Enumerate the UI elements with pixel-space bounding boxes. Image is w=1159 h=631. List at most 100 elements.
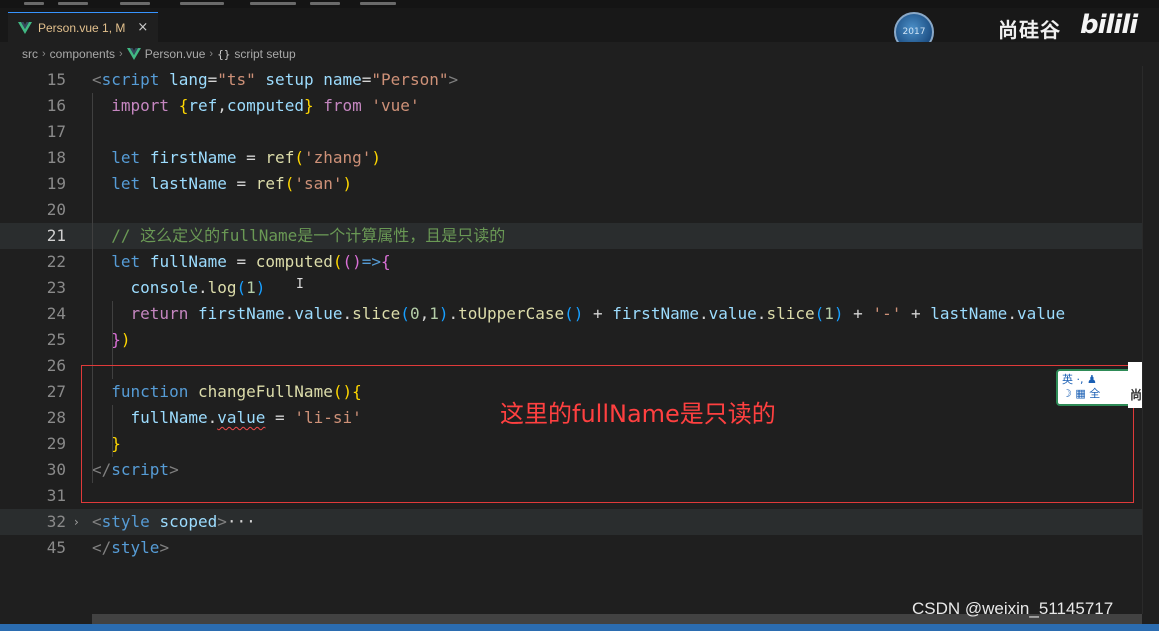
breadcrumb-item-components[interactable]: components [50,47,115,61]
code-text: import {ref,computed} from 'vue' [92,93,419,119]
code-token: lastName [930,304,1008,323]
code-line[interactable]: 18 let firstName = ref('zhang') [0,145,1159,171]
code-token: computed [255,252,333,271]
line-number: 18 [46,148,66,167]
code-token: , [217,96,227,115]
breadcrumb-item-file[interactable]: Person.vue [145,47,206,61]
code-text: </style> [92,535,169,561]
code-token: firstName [149,148,237,167]
code-token: . [342,304,353,323]
code-token: scoped [159,512,218,531]
code-token: script [101,70,160,89]
code-token: () [564,304,584,323]
code-token: "Person" [371,70,449,89]
code-line[interactable]: 16 import {ref,computed} from 'vue' [0,93,1159,119]
code-token: = [236,148,266,167]
code-token: () [342,252,362,271]
code-token: 0 [409,304,420,323]
chevron-right-icon: › [119,48,123,60]
code-token: value [708,304,757,323]
code-token: 'san' [294,174,343,193]
code-line[interactable]: 17 [0,119,1159,145]
code-line[interactable]: 22 let fullName = computed(()=>{ [0,249,1159,275]
code-line[interactable]: 32 › <style scoped>··· [0,509,1159,535]
ime-toolbar[interactable]: 英 ·, ♟ ☽ ▦ 全 [1056,369,1138,406]
annotation-text: 这里的fullName是只读的 [500,400,776,428]
chevron-right-icon: › [209,48,214,60]
line-number: 20 [46,200,66,219]
line-number: 45 [46,538,66,557]
tab-label: Person.vue 1, M [38,20,126,35]
breadcrumb-item-src[interactable]: src [22,47,38,61]
breadcrumb-item-symbol[interactable]: script setup [234,47,295,61]
code-token: . [756,304,767,323]
code-token: import [111,96,170,115]
line-number: 26 [46,356,66,375]
csdn-watermark: CSDN @weixin_51145717 [912,599,1114,618]
code-token: value [294,304,343,323]
tab-person-vue[interactable]: Person.vue 1, M × [8,12,158,42]
line-number: 25 [46,330,66,349]
line-number: 21 [46,226,66,245]
code-token: ) [438,304,449,323]
code-line[interactable]: 25 }) [0,327,1159,353]
code-text: return firstName.value.slice(0,1).toUppe… [92,301,1066,327]
code-token: ref [255,174,285,193]
code-line[interactable]: 15 <script lang="ts" setup name="Person"> [0,67,1159,93]
vue-icon [18,21,32,34]
code-token: . [284,304,295,323]
code-token: firstName [612,304,699,323]
code-token: 'zhang' [303,148,372,167]
code-line[interactable]: 19 let lastName = ref('san') [0,171,1159,197]
code-token: computed [226,96,304,115]
fold-chevron-icon[interactable]: › [74,509,79,535]
code-text: // 这么定义的fullName是一个计算属性，且是只读的 [92,223,505,249]
code-token: => [361,252,382,271]
code-token: + [843,304,873,323]
code-token: fullName [149,252,227,271]
vertical-scrollbar[interactable] [1142,66,1159,614]
code-token: + [901,304,931,323]
close-icon[interactable]: × [137,20,148,35]
line-number: 32 [46,512,66,531]
line-number: 22 [46,252,66,271]
code-token: ) [120,330,131,349]
code-token: . [1007,304,1017,323]
code-editor[interactable]: 15 <script lang="ts" setup name="Person">… [0,66,1159,614]
code-token: } [303,96,314,115]
code-token: style [111,538,160,557]
code-line[interactable]: 21 // 这么定义的fullName是一个计算属性，且是只读的 [0,223,1159,249]
code-line[interactable]: 23 console.log(1) [0,275,1159,301]
code-token: . [698,304,709,323]
code-line[interactable]: 20 [0,197,1159,223]
menu-bar [0,0,1159,8]
code-line[interactable]: 24 return firstName.value.slice(0,1).toU… [0,301,1159,327]
code-token: ( [284,174,295,193]
code-token: ) [255,278,266,297]
code-line[interactable]: 45 </style> [0,535,1159,561]
code-token: from [323,96,362,115]
breadcrumb: src › components › Person.vue › {} scrip… [0,42,1159,66]
code-token: "ts" [217,70,256,89]
code-token: ( [294,148,304,167]
code-token: lang [169,70,208,89]
code-token: ref [265,148,295,167]
code-token: ref [188,96,218,115]
code-token: + [583,304,613,323]
code-token: = [226,252,256,271]
code-token: '-' [872,304,902,323]
line-number: 16 [46,96,66,115]
code-token: let [111,252,141,271]
code-token: slice [766,304,815,323]
line-number: 15 [46,70,66,89]
